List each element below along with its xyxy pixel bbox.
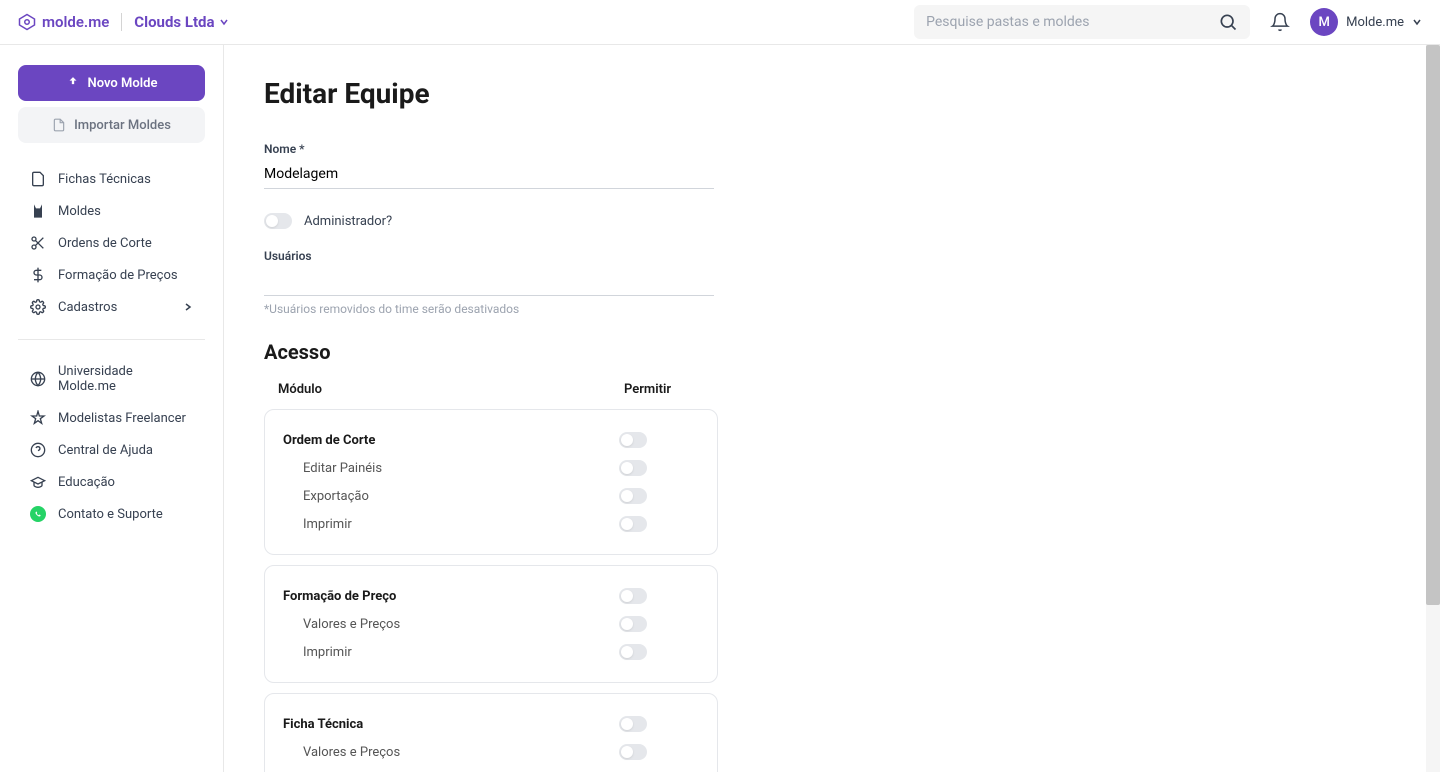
module-toggle[interactable] [619,488,647,504]
module-child-name: Valores e Preços [283,617,619,632]
module-toggle[interactable] [619,516,647,532]
module-card: Ficha Técnica Valores e Preços Imprimir [264,693,718,772]
module-child-name: Editar Painéis [283,461,619,476]
sidebar-item-moldes[interactable]: Moldes [18,195,205,227]
module-row: Ordem de Corte [283,426,699,454]
header-right: M Molde.me [914,5,1422,39]
module-child-name: Imprimir [283,517,619,532]
sidebar-item-label: Ordens de Corte [58,236,152,251]
import-molds-label: Importar Moldes [74,118,171,133]
col-module: Módulo [278,382,624,397]
col-allow: Permitir [624,382,704,397]
scrollbar-track[interactable] [1426,45,1440,772]
page-title: Editar Equipe [264,77,1400,110]
sidebar-item-cadastros[interactable]: Cadastros [18,291,205,323]
search-icon[interactable] [1218,12,1238,32]
import-molds-button[interactable]: Importar Moldes [18,107,205,143]
sidebar-item-label: Educação [58,475,115,490]
whatsapp-icon [30,506,46,522]
admin-toggle-row: Administrador? [264,213,1400,229]
module-toggle[interactable] [619,460,647,476]
avatar: M [1310,8,1338,36]
sidebar-item-educação[interactable]: Educação [18,466,205,498]
name-field-group: Nome * [264,142,714,189]
module-toggle[interactable] [619,432,647,448]
module-toggle[interactable] [619,716,647,732]
sidebar-item-fichas-técnicas[interactable]: Fichas Técnicas [18,163,205,195]
chevron-down-icon [219,17,229,27]
admin-label: Administrador? [304,214,392,229]
module-child-name: Imprimir [283,645,619,660]
module-toggle[interactable] [619,616,647,632]
sidebar-item-ordens-de-corte[interactable]: Ordens de Corte [18,227,205,259]
header-left: molde.me Clouds Ltda [18,13,229,31]
sidebar-item-modelistas-freelancer[interactable]: Modelistas Freelancer [18,402,205,434]
module-row: Valores e Preços [283,738,699,766]
module-name: Ordem de Corte [283,433,619,448]
module-row: Imprimir [283,510,699,538]
module-row: Ficha Técnica [283,710,699,738]
module-row: Imprimir [283,638,699,666]
header: molde.me Clouds Ltda [0,0,1440,45]
module-toggle[interactable] [619,644,647,660]
module-name: Formação de Preço [283,589,619,604]
nav-divider [18,339,205,340]
name-input[interactable] [264,160,714,189]
sidebar-item-label: Moldes [58,204,101,219]
sidebar-item-label: Formação de Preços [58,268,178,283]
import-icon [52,118,66,132]
plus-shape-icon [66,76,80,90]
users-hint: *Usuários removidos do time serão desati… [264,302,714,316]
module-row: Exportação [283,482,699,510]
module-toggle[interactable] [619,588,647,604]
chevron-right-icon [183,302,193,312]
sidebar-item-universidade-molde.me[interactable]: Universidade Molde.me [18,356,205,402]
module-row: Imprimir [283,766,699,772]
users-field-group: Usuários *Usuários removidos do time ser… [264,249,714,316]
module-row: Formação de Preço [283,582,699,610]
sidebar-item-label: Cadastros [58,300,117,315]
logo-text: molde.me [42,13,109,31]
sidebar-item-central-de-ajuda[interactable]: Central de Ajuda [18,434,205,466]
table-header: Módulo Permitir [264,382,718,409]
chevron-down-icon [1412,17,1422,27]
sidebar: Novo Molde Importar Moldes Fichas Técnic… [0,45,224,772]
module-toggle[interactable] [619,744,647,760]
module-child-name: Exportação [283,489,619,504]
module-child-name: Valores e Preços [283,745,619,760]
module-card: Ordem de Corte Editar Painéis Exportação Im… [264,409,718,555]
sidebar-item-label: Modelistas Freelancer [58,411,186,426]
user-name: Molde.me [1346,15,1404,30]
sidebar-item-label: Universidade Molde.me [58,364,193,394]
search-input[interactable] [926,14,1218,30]
module-card: Formação de Preço Valores e Preços Imprimi… [264,565,718,683]
sidebar-item-contato-e-suporte[interactable]: Contato e Suporte [18,498,205,530]
search-box[interactable] [914,5,1250,39]
module-name: Ficha Técnica [283,717,619,732]
name-label: Nome * [264,142,714,156]
scrollbar-thumb[interactable] [1426,45,1440,605]
access-title: Acesso [264,340,1400,364]
sidebar-item-label: Central de Ajuda [58,443,153,458]
user-menu[interactable]: M Molde.me [1310,8,1422,36]
new-mold-button[interactable]: Novo Molde [18,65,205,101]
module-row: Valores e Preços [283,610,699,638]
users-label: Usuários [264,249,714,263]
sidebar-item-label: Fichas Técnicas [58,172,151,187]
module-row: Editar Painéis [283,454,699,482]
notification-icon[interactable] [1270,12,1290,32]
divider [121,13,122,31]
main-content: Editar Equipe Nome * Administrador? Usuá… [224,45,1440,772]
company-name: Clouds Ltda [134,13,214,31]
sidebar-item-label: Contato e Suporte [58,507,163,522]
logo-icon [18,13,36,31]
company-selector[interactable]: Clouds Ltda [134,13,228,31]
admin-toggle[interactable] [264,213,292,229]
logo[interactable]: molde.me [18,13,109,31]
sidebar-item-formação-de-preços[interactable]: Formação de Preços [18,259,205,291]
users-input[interactable] [264,267,714,296]
new-mold-label: Novo Molde [88,76,158,91]
